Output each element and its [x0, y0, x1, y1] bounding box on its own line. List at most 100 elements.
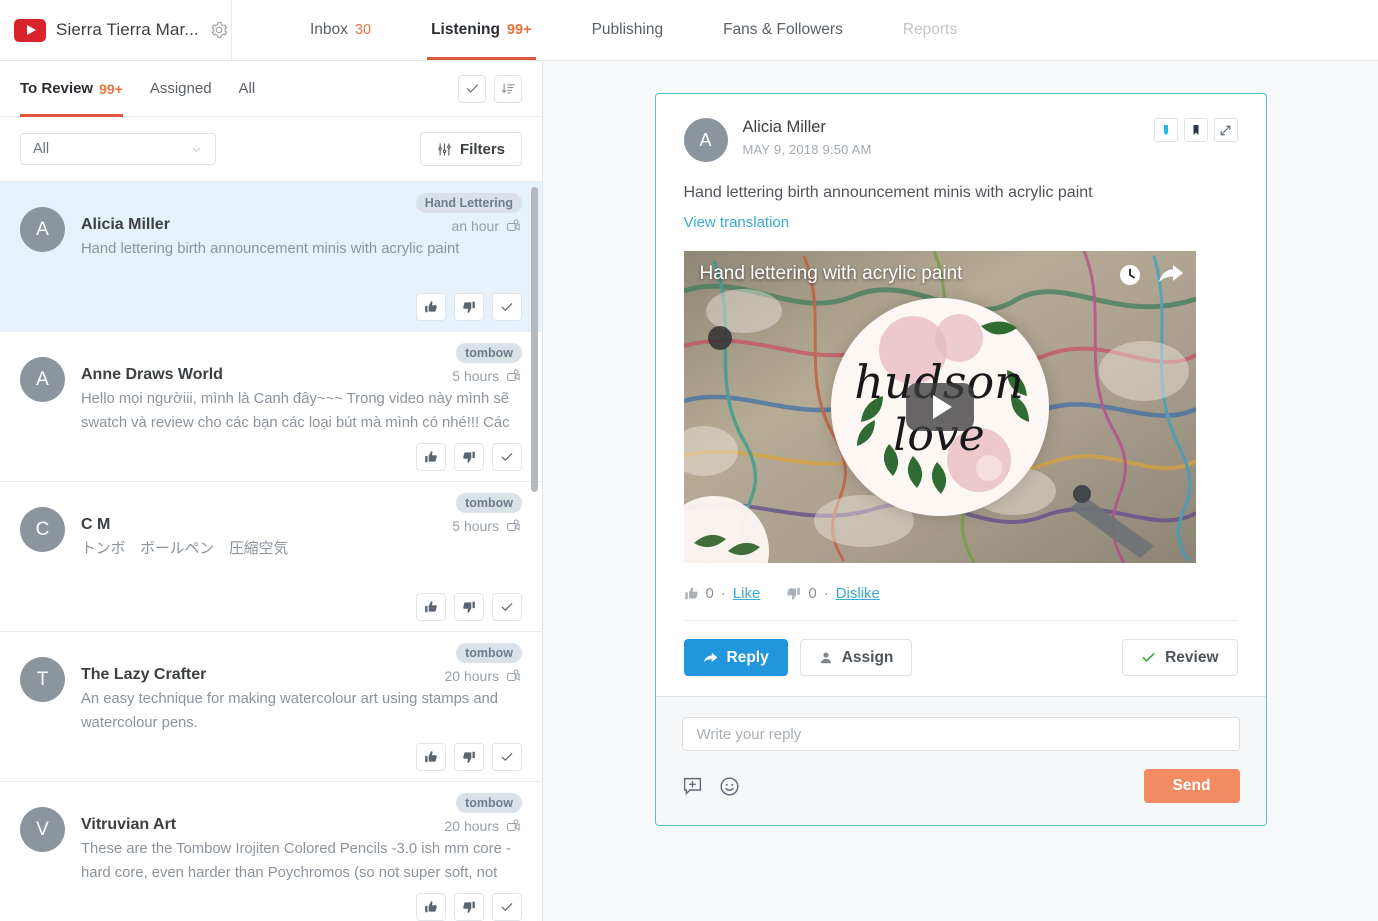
list-sub-tabs: To Review 99+ Assigned All [0, 61, 542, 117]
canned-response-icon[interactable] [682, 776, 703, 797]
thumbs-up-icon [425, 901, 437, 913]
video-title: Hand lettering with acrylic paint [699, 263, 963, 285]
list-item-meta: an hour [452, 218, 522, 234]
detail-panel: A Alicia Miller MAY 9, 2018 9:50 AM Hand… [543, 61, 1378, 921]
nav-tab-publishing[interactable]: Publishing [562, 0, 694, 60]
emoji-icon[interactable] [719, 776, 740, 797]
video-camera-icon [507, 819, 520, 831]
review-button[interactable] [492, 893, 522, 921]
review-button[interactable]: Review [1122, 639, 1238, 677]
like-button[interactable] [416, 293, 446, 321]
like-button[interactable] [416, 593, 446, 621]
dislike-button[interactable] [454, 893, 484, 921]
status-badge: tombow [456, 493, 522, 513]
list-item-actions [416, 593, 522, 621]
clock-icon[interactable] [1118, 263, 1142, 287]
reply-input[interactable] [681, 717, 1240, 752]
sub-tab-all[interactable]: All [239, 61, 256, 117]
list-item-preview: トンボ ボールペン 圧縮空気 [81, 541, 289, 557]
sort-button[interactable] [494, 74, 522, 103]
nav-tab-inbox-label: Inbox [310, 21, 348, 38]
play-icon[interactable] [905, 383, 974, 432]
avatar: A [20, 207, 65, 252]
dislike-button[interactable] [454, 293, 484, 321]
list-item[interactable]: C tombow C M 5 hours トンボ ボールペン 圧縮空気 [0, 482, 542, 632]
list-item-preview: Hand lettering birth announcement minis … [81, 241, 460, 257]
reactions-row: 0 · Like 0 · Dislike [683, 585, 1238, 622]
check-icon [501, 603, 513, 611]
dislike-button[interactable] [454, 743, 484, 771]
review-button[interactable] [492, 443, 522, 471]
nav-tab-reports[interactable]: Reports [873, 0, 987, 60]
conversation-list-panel: To Review 99+ Assigned All All Filters A… [0, 61, 543, 921]
sub-tab-assigned[interactable]: Assigned [150, 61, 212, 117]
detail-body: A Alicia Miller MAY 9, 2018 9:50 AM Hand… [656, 94, 1266, 696]
detail-timestamp: MAY 9, 2018 9:50 AM [742, 142, 872, 157]
dislike-button[interactable] [454, 443, 484, 471]
nav-tab-publishing-label: Publishing [591, 21, 664, 38]
nav-tab-inbox[interactable]: Inbox 30 [280, 0, 401, 60]
sub-tab-all-label: All [238, 80, 256, 97]
status-badge: tombow [456, 643, 522, 663]
detail-action-buttons: Reply Assign Review [683, 639, 1238, 677]
message-detail-card: A Alicia Miller MAY 9, 2018 9:50 AM Hand… [654, 93, 1267, 827]
thumbs-down-icon [787, 588, 801, 601]
list-toolbar [458, 74, 522, 103]
thumbs-up-icon [425, 601, 437, 613]
filters-button[interactable]: Filters [419, 132, 522, 166]
share-arrow-icon[interactable] [1158, 263, 1184, 287]
check-icon [501, 453, 513, 461]
list-item-preview: These are the Tombow Irojiten Colored Pe… [81, 841, 511, 881]
list-item-meta: 20 hours [445, 818, 522, 834]
list-item-meta: 5 hours [452, 368, 522, 384]
like-button[interactable] [416, 443, 446, 471]
video-camera-icon [507, 369, 520, 381]
sub-tab-to-review-label: To Review [20, 80, 94, 97]
reply-button[interactable]: Reply [683, 639, 788, 677]
like-button[interactable] [416, 743, 446, 771]
review-button[interactable] [492, 743, 522, 771]
avatar: V [20, 807, 65, 852]
list-item[interactable]: A Hand Lettering Alicia Miller an hour H… [0, 182, 542, 332]
nav-tab-fans-followers[interactable]: Fans & Followers [693, 0, 873, 60]
dislike-button[interactable] [454, 593, 484, 621]
sub-tab-to-review[interactable]: To Review 99+ [20, 61, 123, 117]
bookmark-icon [1193, 125, 1198, 135]
thumbs-up-icon [425, 751, 437, 763]
review-button-label: Review [1165, 648, 1219, 666]
video-thumbnail[interactable]: hudson love Hand lettering with acrylic … [683, 251, 1196, 564]
like-button[interactable] [416, 893, 446, 921]
network-select[interactable]: All [20, 133, 216, 165]
view-translation-link[interactable]: View translation [684, 214, 1238, 231]
list-scrollbar[interactable] [531, 187, 538, 492]
list-item[interactable]: T tombow The Lazy Crafter 20 hours An ea… [0, 632, 542, 782]
bulk-review-button[interactable] [458, 74, 486, 103]
nav-tab-listening-badge: 99+ [506, 22, 532, 38]
video-camera-icon [507, 519, 520, 531]
expand-button[interactable] [1213, 118, 1238, 142]
review-button[interactable] [492, 293, 522, 321]
brand-name: Sierra Tierra Mar... [56, 20, 199, 39]
top-header-bar: Sierra Tierra Mar... Inbox 30 Listening … [0, 0, 1378, 61]
tag-button[interactable] [1153, 118, 1178, 142]
gear-icon[interactable] [209, 20, 229, 40]
nav-tab-listening-label: Listening [431, 21, 500, 38]
conversation-list[interactable]: A Hand Lettering Alicia Miller an hour H… [0, 182, 542, 921]
thumbs-up-icon [425, 451, 437, 463]
like-link[interactable]: Like [733, 585, 761, 602]
send-button[interactable]: Send [1143, 769, 1240, 804]
review-button[interactable] [492, 593, 522, 621]
person-icon [820, 652, 831, 664]
like-group: 0 · Like [684, 585, 761, 603]
bookmark-button[interactable] [1183, 118, 1208, 142]
check-icon [501, 753, 513, 761]
like-separator: · [720, 585, 726, 603]
assign-button[interactable]: Assign [799, 639, 913, 677]
status-badge: tombow [456, 343, 522, 363]
list-item[interactable]: V tombow Vitruvian Art 20 hours These ar… [0, 782, 542, 921]
reply-button-label: Reply [726, 648, 769, 666]
dislike-link[interactable]: Dislike [836, 585, 880, 602]
list-item[interactable]: A tombow Anne Draws World 5 hours Hello … [0, 332, 542, 482]
nav-tab-listening[interactable]: Listening 99+ [401, 0, 562, 60]
avatar: C [20, 507, 65, 552]
